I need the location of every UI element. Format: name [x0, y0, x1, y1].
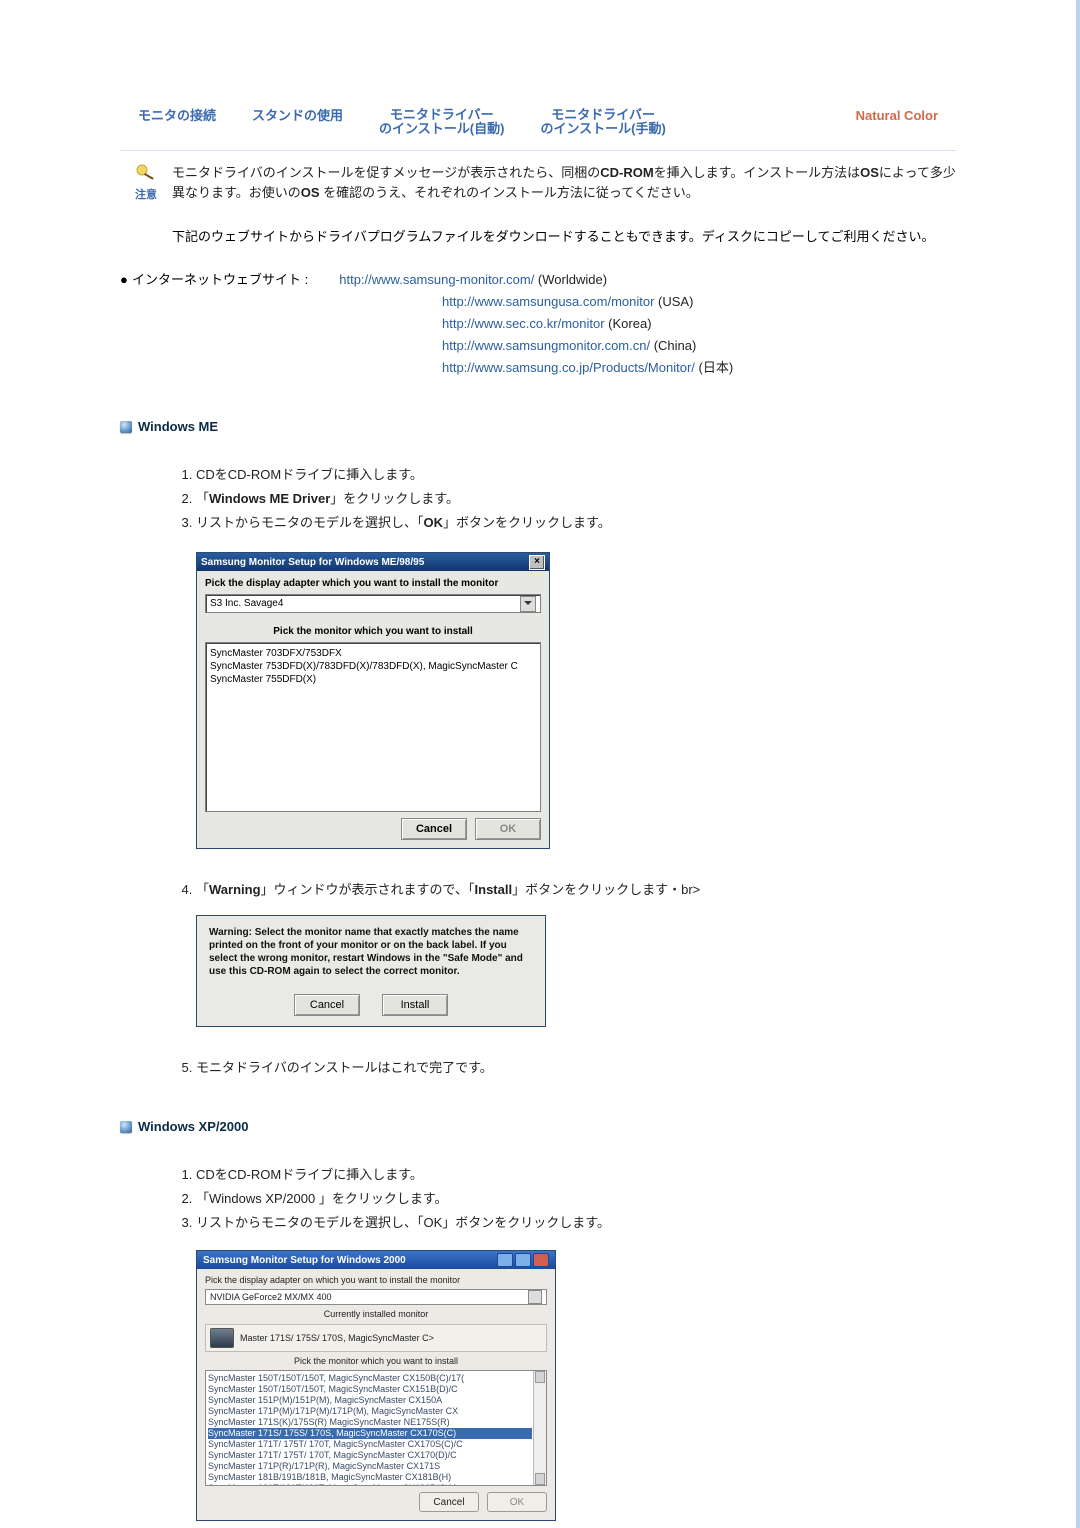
minimize-icon[interactable] [497, 1253, 513, 1267]
xp-adapter-value: NVIDIA GeForce2 MX/MX 400 [210, 1292, 332, 1303]
me-step-4: 「Warning」ウィンドウが表示されますので、「Install」ボタンをクリッ… [196, 879, 956, 901]
warning-text: Warning: Select the monitor name that ex… [197, 916, 545, 994]
nav-natural-color[interactable]: Natural Color [838, 108, 956, 124]
bullet-icon: ● [120, 269, 132, 291]
chevron-down-icon[interactable] [520, 596, 536, 612]
website-list: ● インターネットウェブサイト : http://www.samsung-mon… [120, 269, 956, 379]
cancel-button[interactable]: Cancel [401, 818, 467, 840]
list-item[interactable]: SyncMaster 171P(R)/171P(R), MagicSyncMas… [208, 1461, 532, 1472]
me-step-5: モニタドライバのインストールはこれで完了です。 [196, 1057, 956, 1079]
xp-monitor-list[interactable]: SyncMaster 150T/150T/150T, MagicSyncMast… [205, 1370, 547, 1486]
xp-group-label: Currently installed monitor [205, 1309, 547, 1320]
section-windows-xp2000: Windows XP/2000 [120, 1119, 956, 1134]
me-step-2: 「Windows ME Driver」をクリックします。 [196, 488, 956, 510]
pin-icon [134, 163, 158, 183]
me-step-1: CDをCD-ROMドライブに挿入します。 [196, 464, 956, 486]
link-china[interactable]: http://www.samsungmonitor.com.cn/ (China… [442, 335, 956, 357]
list-item[interactable]: SyncMaster 150T/150T/150T, MagicSyncMast… [208, 1373, 532, 1384]
xp-ok-button[interactable]: OK [487, 1492, 547, 1512]
list-item[interactable]: SyncMaster 171S(K)/175S(R) MagicSyncMast… [208, 1417, 532, 1428]
list-item[interactable]: SyncMaster 191T/191T/190T, MagicSyncMast… [208, 1483, 532, 1486]
close-icon[interactable]: × [529, 555, 545, 570]
adapter-dropdown[interactable]: S3 Inc. Savage4 [205, 594, 541, 613]
list-item[interactable]: SyncMaster 181B/191B/181B, MagicSyncMast… [208, 1472, 532, 1483]
list-item-selected[interactable]: SyncMaster 171S/ 175S/ 170S, MagicSyncMa… [208, 1428, 532, 1439]
section-windows-xp2000-title: Windows XP/2000 [138, 1119, 248, 1134]
nav-stand-label: スタンドの使用 [252, 108, 343, 123]
section-bullet-icon [120, 421, 132, 433]
xp-current-monitor-value: Master 171S/ 175S/ 170S, MagicSyncMaster… [240, 1333, 434, 1344]
scrollbar[interactable] [533, 1371, 546, 1485]
xp-cancel-button[interactable]: Cancel [419, 1492, 479, 1512]
adapter-value: S3 Inc. Savage4 [210, 597, 283, 610]
link-usa[interactable]: http://www.samsungusa.com/monitor (USA) [442, 291, 956, 313]
xp-step-3: リストからモニタのモデルを選択し、「OK」ボタンをクリックします。 [196, 1212, 956, 1234]
chevron-down-icon[interactable] [528, 1290, 542, 1304]
me-setup-label-adapter: Pick the display adapter which you want … [205, 577, 541, 590]
warning-dialog: Warning: Select the monitor name that ex… [196, 915, 546, 1027]
xp-setup-titlebar: Samsung Monitor Setup for Windows 2000 [197, 1251, 555, 1269]
nav-natural-color-label: Natural Color [856, 108, 938, 123]
link-worldwide[interactable]: http://www.samsung-monitor.com/ (Worldwi… [339, 269, 607, 291]
link-korea[interactable]: http://www.sec.co.kr/monitor (Korea) [442, 313, 956, 335]
xp-step-1: CDをCD-ROMドライブに挿入します。 [196, 1164, 956, 1186]
warning-cancel-button[interactable]: Cancel [294, 994, 360, 1016]
xp-setup-label-monitor: Pick the monitor which you want to insta… [205, 1356, 547, 1367]
website-list-first: ● インターネットウェブサイト : http://www.samsung-mon… [120, 269, 956, 291]
list-item[interactable]: SyncMaster 171T/ 175T/ 170T, MagicSyncMa… [208, 1450, 532, 1461]
me-setup-dialog: Samsung Monitor Setup for Windows ME/98/… [196, 552, 550, 849]
xp-setup-dialog: Samsung Monitor Setup for Windows 2000 P… [196, 1250, 556, 1521]
list-item[interactable]: SyncMaster 150T/150T/150T, MagicSyncMast… [208, 1384, 532, 1395]
window-buttons [497, 1253, 549, 1267]
nav-driver-auto[interactable]: モニタドライバー のインストール(自動) [361, 108, 522, 136]
xp-setup-label-adapter: Pick the display adapter on which you wa… [205, 1275, 547, 1286]
website-list-label: インターネットウェブサイト : [132, 269, 332, 291]
me-steps-2: 「Warning」ウィンドウが表示されますので、「Install」ボタンをクリッ… [176, 879, 956, 901]
section-windows-me: Windows ME [120, 419, 956, 434]
me-steps-3: モニタドライバのインストールはこれで完了です。 [176, 1057, 956, 1079]
ok-button[interactable]: OK [475, 818, 541, 840]
section-bullet-icon [120, 1121, 132, 1133]
attention-note: 注意 モニタドライバのインストールを促すメッセージが表示されたら、同梱のCD-R… [120, 163, 956, 205]
xp-adapter-dropdown[interactable]: NVIDIA GeForce2 MX/MX 400 [205, 1289, 547, 1305]
me-step-3: リストからモニタのモデルを選択し、「OK」ボタンをクリックします。 [196, 512, 956, 534]
nav-driver-manual[interactable]: モニタドライバー のインストール(手動) [522, 108, 683, 136]
list-item[interactable]: SyncMaster 171T/ 175T/ 170T, MagicSyncMa… [208, 1439, 532, 1450]
close-icon[interactable] [533, 1253, 549, 1267]
monitor-list[interactable]: SyncMaster 703DFX/753DFX SyncMaster 753D… [205, 642, 541, 812]
xp-setup-title: Samsung Monitor Setup for Windows 2000 [203, 1255, 406, 1266]
nav-driver-auto-l2: のインストール(自動) [379, 121, 504, 136]
nav-driver-manual-l1: モニタドライバー [551, 107, 655, 122]
list-item[interactable]: SyncMaster 171P(M)/171P(M)/171P(M), Magi… [208, 1406, 532, 1417]
me-steps: CDをCD-ROMドライブに挿入します。 「Windows ME Driver」… [176, 464, 956, 534]
me-setup-titlebar: Samsung Monitor Setup for Windows ME/98/… [197, 553, 549, 571]
warning-install-button[interactable]: Install [382, 994, 448, 1016]
nav-stand[interactable]: スタンドの使用 [234, 108, 361, 124]
page-root: モニタの接続 スタンドの使用 モニタドライバー のインストール(自動) モニタド… [0, 0, 1080, 1528]
section-windows-me-title: Windows ME [138, 419, 218, 434]
xp-step-2: 「Windows XP/2000 」をクリックします。 [196, 1188, 956, 1210]
me-setup-title: Samsung Monitor Setup for Windows ME/98/… [201, 556, 424, 569]
nav-driver-manual-l2: のインストール(手動) [540, 121, 665, 136]
download-note: 下記のウェブサイトからドライバプログラムファイルをダウンロードすることもできます… [172, 227, 956, 247]
link-japan[interactable]: http://www.samsung.co.jp/Products/Monito… [442, 357, 956, 379]
attention-icon-col: 注意 [120, 163, 172, 205]
nav-connect-label: モニタの接続 [138, 108, 216, 123]
nav-driver-auto-l1: モニタドライバー [390, 107, 494, 122]
attention-text: モニタドライバのインストールを促すメッセージが表示されたら、同梱のCD-ROMを… [172, 163, 956, 203]
xp-steps: CDをCD-ROMドライブに挿入します。 「Windows XP/2000 」を… [176, 1164, 956, 1234]
nav-connect[interactable]: モニタの接続 [120, 108, 234, 124]
xp-current-monitor: Master 171S/ 175S/ 170S, MagicSyncMaster… [205, 1324, 547, 1352]
attention-label: 注意 [135, 189, 157, 201]
me-setup-label-monitor: Pick the monitor which you want to insta… [205, 625, 541, 638]
monitor-icon [210, 1328, 234, 1348]
list-item[interactable]: SyncMaster 151P(M)/151P(M), MagicSyncMas… [208, 1395, 532, 1406]
top-nav: モニタの接続 スタンドの使用 モニタドライバー のインストール(自動) モニタド… [120, 0, 956, 151]
maximize-icon[interactable] [515, 1253, 531, 1267]
